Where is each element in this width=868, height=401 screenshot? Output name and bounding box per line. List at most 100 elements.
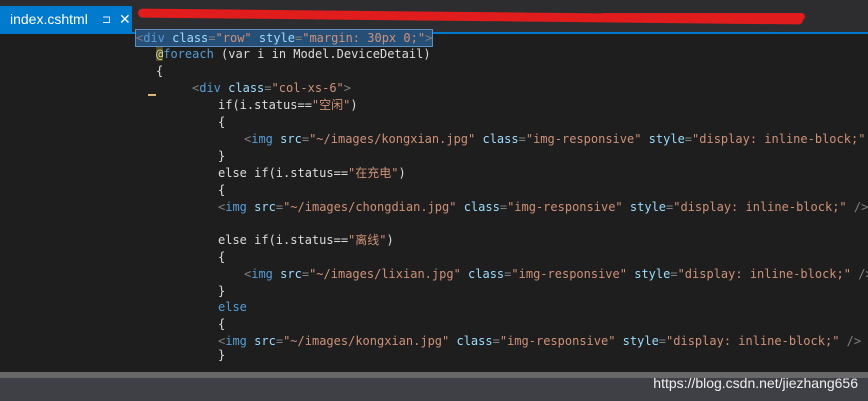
code-token: { — [156, 64, 164, 78]
code-line: if(i.status=="空闲") — [218, 97, 358, 113]
code-token: = — [658, 334, 667, 348]
code-token: { — [218, 115, 226, 129]
code-token: if(i.status== — [218, 98, 312, 112]
code-token: ) — [350, 98, 358, 112]
code-token: "~/images/kongxian.jpg" — [283, 334, 450, 348]
code-token: "margin: 30px 0;" — [302, 31, 426, 45]
code-token: "~/images/lixian.jpg" — [309, 267, 461, 281]
code-token: } — [218, 348, 226, 362]
code-line: } — [218, 148, 225, 164]
code-line: } — [218, 347, 225, 363]
code-token: ) — [386, 233, 394, 247]
document-tab-bar: index.cshtml ⊐ ✕ — [0, 0, 868, 32]
code-token: = — [275, 334, 284, 348]
close-icon[interactable]: ✕ — [119, 11, 131, 28]
code-line: { — [218, 182, 225, 198]
code-token: "img-responsive" — [511, 267, 627, 281]
code-line: <img src="~/images/chongdian.jpg" class=… — [218, 199, 868, 215]
code-token: = — [275, 200, 284, 214]
code-token: class — [482, 132, 519, 146]
code-token: class — [463, 200, 500, 214]
code-token: "display: inline-block;" — [677, 267, 851, 281]
code-line: { — [218, 316, 225, 332]
code-token: = — [301, 132, 310, 146]
code-token: = — [208, 31, 216, 45]
code-token: = — [264, 81, 272, 95]
code-token: "离线" — [348, 233, 387, 247]
code-token: else if(i.status== — [218, 233, 349, 247]
tab-label: index.cshtml — [10, 11, 88, 27]
redaction-mark — [600, 13, 805, 20]
code-token: = — [499, 200, 508, 214]
code-editor[interactable]: <div class="row" style="margin: 30px 0;"… — [0, 29, 868, 372]
code-line: <img src="~/images/lixian.jpg" class="im… — [244, 266, 868, 282]
code-token: ) — [398, 166, 406, 180]
code-token: { — [218, 183, 226, 197]
code-token: = — [301, 267, 310, 281]
code-token: "img-responsive" — [525, 132, 642, 146]
code-line: <img src="~/images/kongxian.jpg" class="… — [244, 131, 868, 147]
code-token: /> — [839, 334, 862, 348]
code-token: "display: inline-block;" — [666, 334, 840, 348]
code-token: (var i in Model.DeviceDetail) — [213, 47, 431, 61]
code-token: src — [280, 132, 302, 146]
code-token: div — [143, 31, 165, 45]
code-token: style — [622, 334, 659, 348]
code-token: = — [518, 132, 526, 146]
code-token: style — [648, 132, 685, 146]
code-token: div — [199, 81, 221, 95]
code-token: src — [254, 200, 276, 214]
code-line: @foreach (var i in Model.DeviceDetail) — [156, 46, 431, 62]
watermark: https://blog.csdn.net/jiezhang656 — [653, 375, 858, 391]
code-token: { — [218, 317, 226, 331]
code-token: style — [629, 200, 667, 214]
code-token: "display: inline-block;" — [692, 132, 866, 146]
code-token: class — [228, 81, 265, 95]
code-token: { — [218, 250, 226, 264]
code-token: "row" — [215, 31, 252, 45]
code-token: "~/images/kongxian.jpg" — [309, 132, 476, 146]
code-token: else — [218, 300, 247, 314]
code-line: { — [156, 63, 163, 79]
code-token: foreach — [163, 47, 214, 61]
code-line: { — [218, 114, 225, 130]
code-line: else — [218, 299, 247, 315]
code-token: img — [251, 132, 273, 146]
code-token: img — [251, 267, 273, 281]
code-token: "img-responsive" — [499, 334, 616, 348]
code-token: > — [343, 81, 351, 95]
code-token: = — [670, 267, 678, 281]
code-token: = — [684, 132, 693, 146]
code-token: src — [254, 334, 276, 348]
code-token: style — [634, 267, 671, 281]
code-token: } — [218, 149, 226, 163]
code-line: } — [218, 283, 225, 299]
code-token: "~/images/chongdian.jpg" — [283, 200, 457, 214]
code-token: "col-xs-6" — [271, 81, 344, 95]
code-token: "在充电" — [348, 166, 399, 180]
code-line: <div class="row" style="margin: 30px 0;"… — [134, 29, 434, 47]
code-token: style — [258, 31, 295, 45]
pin-icon[interactable]: ⊐ — [102, 13, 111, 26]
code-token: = — [492, 334, 500, 348]
code-token: img — [225, 334, 247, 348]
code-token: class — [456, 334, 493, 348]
tab-index-cshtml[interactable]: index.cshtml ⊐ ✕ — [0, 6, 132, 32]
code-line: else if(i.status=="离线") — [218, 232, 394, 248]
code-token: class — [172, 31, 209, 45]
code-line: <img src="~/images/kongxian.jpg" class="… — [218, 333, 861, 349]
code-line: { — [218, 249, 225, 265]
code-token: /> — [858, 267, 868, 281]
code-token: /> — [846, 200, 868, 214]
code-token: "display: inline-block;" — [673, 200, 847, 214]
code-token: src — [280, 267, 302, 281]
code-line: else if(i.status=="在充电") — [218, 165, 406, 181]
code-token: else if(i.status== — [218, 166, 349, 180]
code-line: <div class="col-xs-6"> — [192, 80, 351, 96]
code-token: "img-responsive" — [507, 200, 623, 214]
code-token: class — [468, 267, 505, 281]
code-token: > — [425, 31, 433, 45]
code-token: "空闲" — [311, 98, 351, 112]
code-token: img — [225, 200, 247, 214]
code-token: } — [218, 284, 226, 298]
